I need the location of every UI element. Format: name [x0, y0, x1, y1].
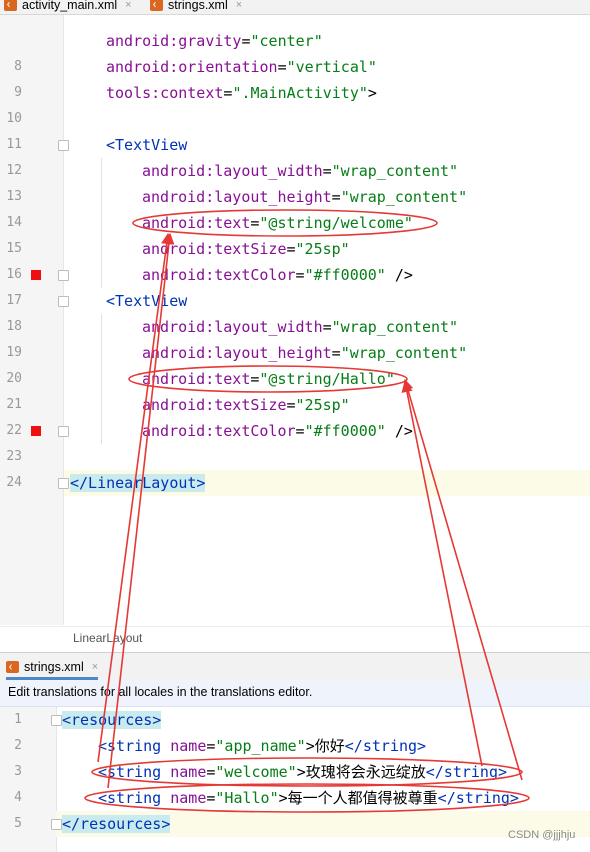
- highlight-ellipse-hallo-ref: [128, 365, 408, 393]
- arrow-welcome-1: [97, 232, 173, 763]
- highlight-ellipse-welcome-def: [91, 757, 523, 787]
- highlight-ellipse-welcome-ref: [132, 209, 438, 237]
- annotation-overlay: [84, 209, 530, 813]
- arrow-hallo-2: [401, 380, 483, 767]
- arrow-welcome-2: [107, 232, 175, 789]
- arrow-hallo-1: [402, 378, 523, 781]
- highlight-ellipse-hallo-def: [84, 783, 530, 813]
